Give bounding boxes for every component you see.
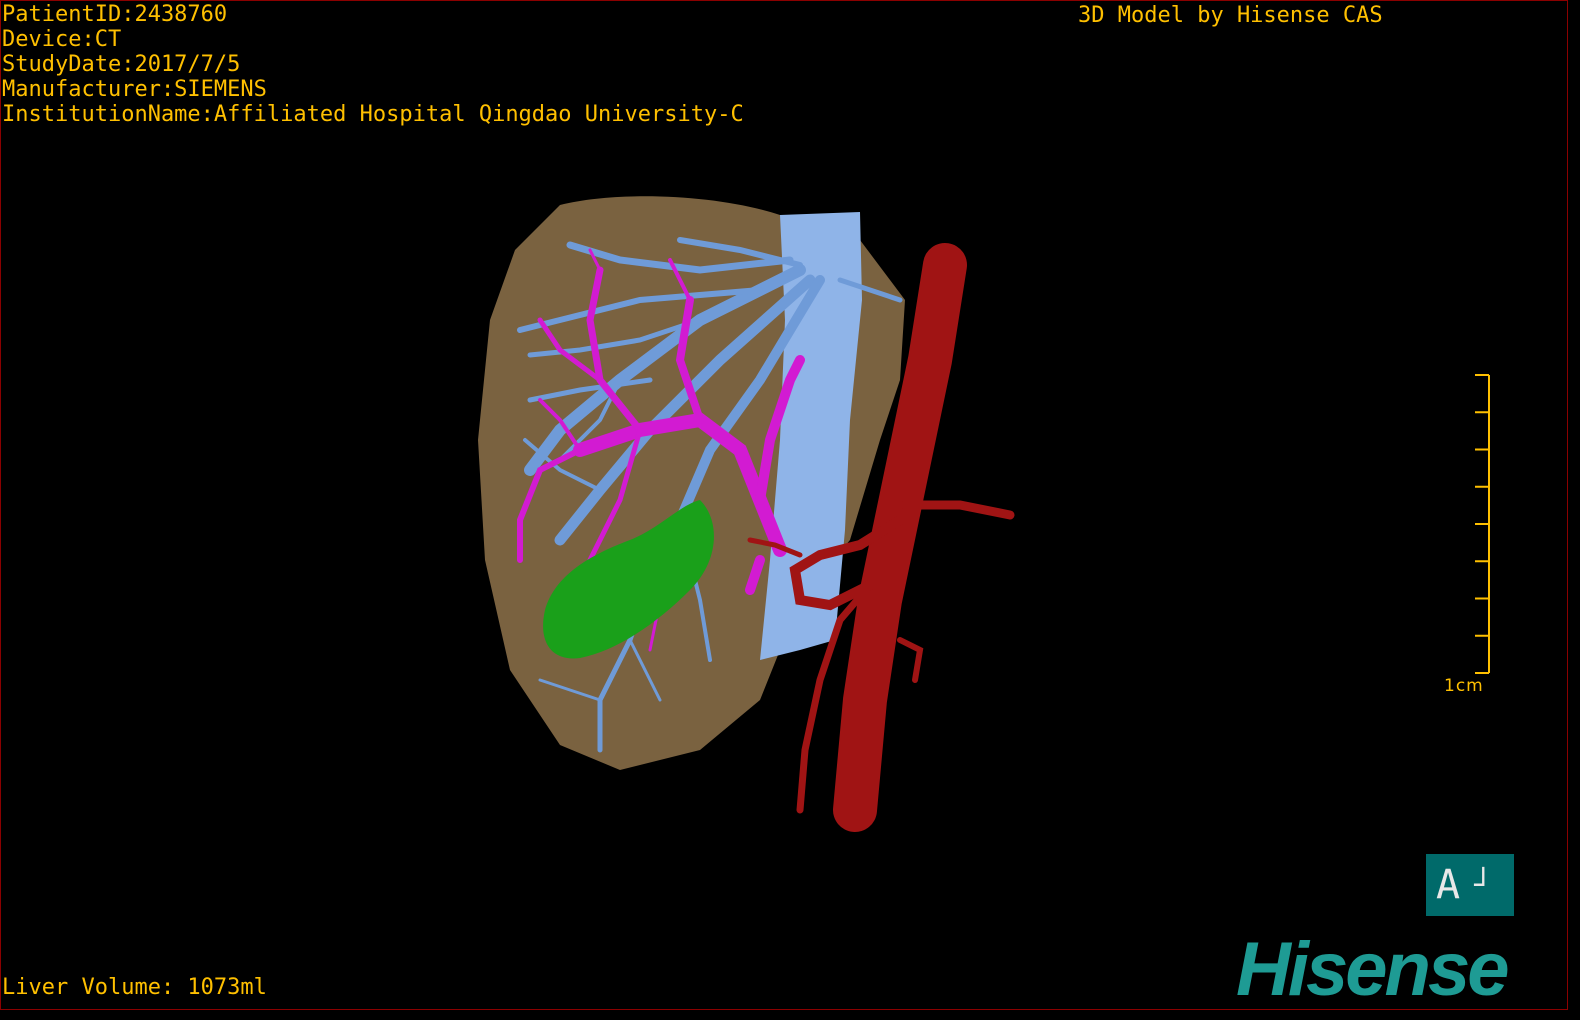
orientation-letter: A xyxy=(1436,862,1461,908)
manufacturer: Manufacturer:SIEMENS xyxy=(2,77,267,102)
orientation-indicator[interactable]: A ┘ xyxy=(1426,854,1514,916)
liver-volume: Liver Volume: 1073ml xyxy=(2,975,267,1000)
hisense-logo: Hisense xyxy=(1236,927,1509,1012)
scale-bar xyxy=(1475,374,1490,674)
scale-label: 1cm xyxy=(1444,676,1484,696)
study-date: StudyDate:2017/7/5 xyxy=(2,52,241,77)
3d-liver-model[interactable] xyxy=(0,0,1568,1010)
device: Device:CT xyxy=(2,27,122,52)
patient-id: PatientID:2438760 xyxy=(2,2,228,27)
patient-info-overlay: PatientID:2438760 Device:CT StudyDate:20… xyxy=(2,2,744,127)
model-credit: 3D Model by Hisense CAS xyxy=(1078,3,1383,28)
institution-name: InstitutionName:Affiliated Hospital Qing… xyxy=(2,102,744,127)
orientation-marker: ┘ xyxy=(1474,867,1493,903)
